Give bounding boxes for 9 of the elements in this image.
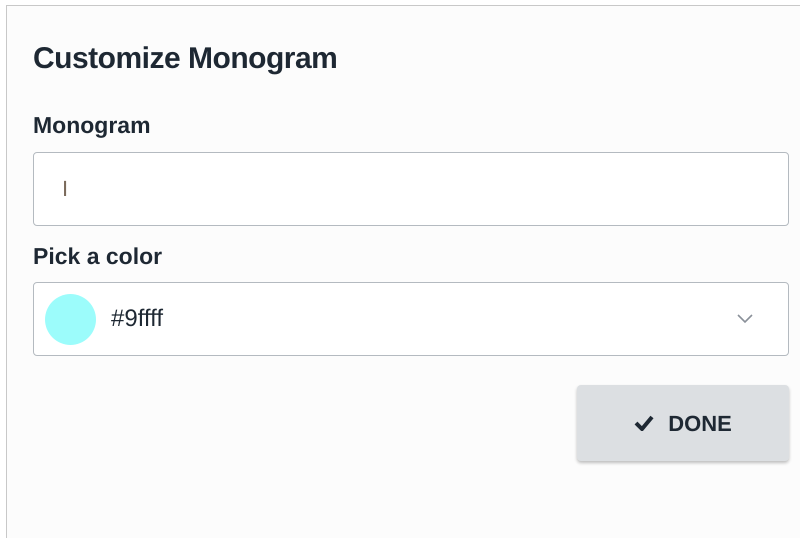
checkmark-icon xyxy=(634,415,654,431)
chevron-down-icon xyxy=(737,314,753,324)
dialog-title: Customize Monogram xyxy=(33,41,338,77)
color-value: #9ffff xyxy=(111,304,164,334)
color-select[interactable]: #9ffff xyxy=(33,282,789,356)
done-button[interactable]: DONE xyxy=(577,385,789,461)
monogram-input-field[interactable]: I xyxy=(33,152,789,226)
field-label: Pick a color xyxy=(33,242,164,271)
field-label: Monogram xyxy=(33,111,152,140)
